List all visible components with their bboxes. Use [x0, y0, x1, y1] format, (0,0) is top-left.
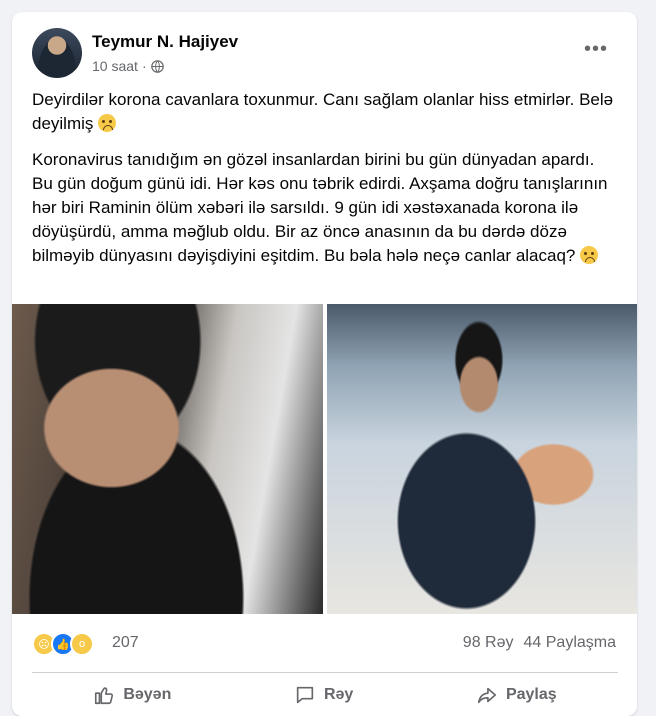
globe-icon	[150, 59, 164, 73]
post-card: Teymur N. Hajiyev 10 saat · ••• Deyirdil…	[12, 12, 637, 716]
thumbs-up-icon	[95, 687, 114, 705]
divider	[32, 672, 618, 673]
reactions-count[interactable]: 207	[112, 634, 139, 652]
post-actions: Bəyən Rəy Paylaş	[32, 680, 618, 710]
share-button[interactable]: Paylaş	[476, 680, 557, 710]
comments-count[interactable]: 98 Rəy	[463, 634, 514, 652]
comment-icon	[296, 686, 314, 704]
reaction-icons[interactable]: ☹ 👍 o	[32, 632, 94, 656]
post-header: Teymur N. Hajiyev 10 saat · •••	[32, 28, 622, 78]
wow-reaction-icon: o	[70, 632, 94, 656]
post-meta: 10 saat ·	[92, 58, 164, 74]
share-icon	[477, 687, 497, 704]
avatar[interactable]	[32, 28, 82, 78]
post-paragraph-1: Deyirdilər korona cavanlara toxunmur. Ca…	[32, 90, 614, 133]
more-options-icon[interactable]: •••	[584, 39, 608, 59]
post-stats: ☹ 👍 o 207 98 Rəy 44 Paylaşma	[32, 628, 618, 658]
like-button[interactable]: Bəyən	[93, 680, 171, 710]
sad-emoji-icon	[580, 246, 599, 264]
sad-emoji-icon	[98, 114, 117, 132]
post-time[interactable]: 10 saat	[92, 58, 138, 74]
shares-count[interactable]: 44 Paylaşma	[524, 634, 617, 652]
photo-grid	[12, 304, 637, 614]
photo-2[interactable]	[327, 304, 637, 614]
post-paragraph-2: Koronavirus tanıdığım ən gözəl insanlard…	[32, 150, 608, 265]
photo-1[interactable]	[12, 304, 323, 614]
comment-button[interactable]: Rəy	[294, 680, 353, 710]
author-name[interactable]: Teymur N. Hajiyev	[92, 32, 238, 52]
